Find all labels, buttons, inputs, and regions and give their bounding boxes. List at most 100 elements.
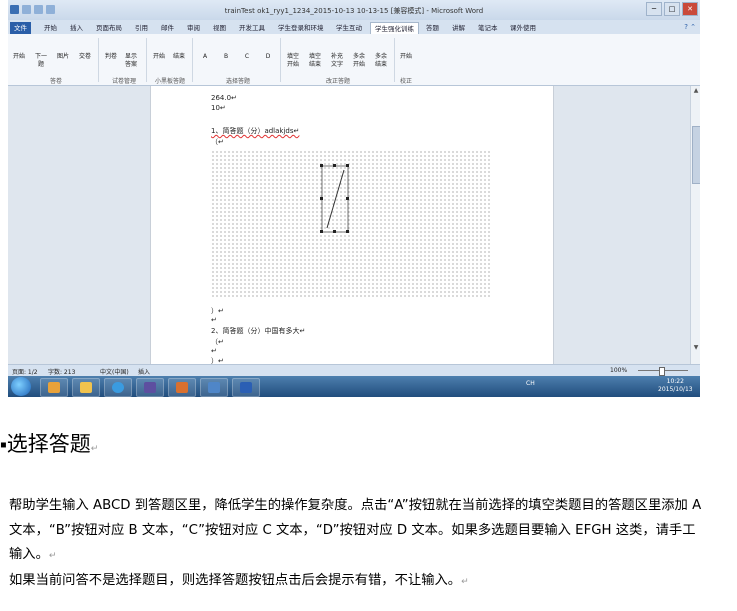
section-title-text: 选择答题 [6,432,91,456]
choice-c-button[interactable]: C [240,53,254,61]
picture-button[interactable]: 图片 [56,53,70,61]
minimize-button[interactable]: ─ [646,2,662,16]
question-2: 2、简答题（分）中国有多大↵ [211,327,306,335]
word-screenshot: trainTest ok1_ryy1_1234_2015-10-13 10-13… [8,0,700,397]
divider [192,38,193,82]
tab-layout[interactable]: 页面布局 [92,22,126,34]
zoom-level[interactable]: 100% [610,367,627,374]
clock-time: 10:22 [666,378,684,385]
paragraph-2: 如果当前问答不是选择题目，则选择答题按钮点击后会提示有错，不让输入。↵ [9,569,704,595]
tab-mailings[interactable]: 邮件 [157,22,178,34]
submit-button[interactable]: 交卷 [78,53,92,61]
group-label-correction: 改正答题 [325,78,350,85]
doc-line: 264.0↵ [211,94,237,102]
document-app-icon[interactable] [200,378,228,397]
paragraph-mark-icon: ↵ [48,551,57,561]
tab-notebook[interactable]: 笔记本 [474,22,502,34]
word-taskbar-icon[interactable] [232,378,260,397]
document-page[interactable]: 264.0↵ 10↵ 1、简答题（分）adlakjds↵ （↵ ）↵ ↵ 2、简… [150,86,554,365]
paragraph-2-text: 如果当前问答不是选择题目，则选择答题按钮点击后会提示有错，不让输入。 [9,573,462,588]
paragraph-1-text: 帮助学生输入 ABCD 到答题区里，降低学生的操作复杂度。点击“A”按钮就在当前… [9,498,702,562]
window-controls: ─ □ ✕ [646,2,698,16]
bullet-icon: ▪ [0,439,7,451]
tab-explain[interactable]: 讲解 [448,22,469,34]
blackboard-end-button[interactable]: 结束 [172,53,186,61]
scroll-up-icon[interactable]: ▲ [691,87,700,94]
correction-start-button[interactable]: 开始 [399,53,413,61]
grade-button[interactable]: 判卷 [104,53,118,61]
paragraph-1: 帮助学生输入 ABCD 到答题区里，降低学生的操作复杂度。点击“A”按钮就在当前… [9,494,704,569]
clock-date: 2015/10/13 [658,386,693,393]
media-player-icon[interactable] [40,378,68,397]
windows-start-icon[interactable] [11,377,31,396]
fill-start-button[interactable]: 填空开始 [286,53,300,69]
ribbon-tabs: 文件 开始 插入 页面布局 引用 邮件 审阅 视图 开发工具 学生登录和环境 学… [8,20,700,35]
tab-file[interactable]: 文件 [10,22,31,34]
tab-developer[interactable]: 开发工具 [235,22,269,34]
start-button[interactable]: 开始 [12,53,26,61]
document-area: 264.0↵ 10↵ 1、简答题（分）adlakjds↵ （↵ ）↵ ↵ 2、简… [8,86,690,365]
tab-view[interactable]: 视图 [209,22,230,34]
ribbon: 开始 下一题 图片 交卷 判卷 显示答案 开始 结束 A B C D 填空开始 … [8,34,700,86]
page-count[interactable]: 页面: 1/2 [12,367,38,376]
group-label-choice: 选择答题 [225,78,250,85]
status-bar: 页面: 1/2 字数: 213 中文(中国) 插入 100% [8,364,700,376]
tab-extracurricular[interactable]: 课外使用 [506,22,540,34]
maximize-button[interactable]: □ [664,2,680,16]
group-label-blackboard: 小黑板答题 [154,78,185,85]
doc-line: 10↵ [211,104,226,112]
doc-line: （↵ [211,338,224,346]
system-clock[interactable]: 10:22 2015/10/13 [658,378,693,394]
question-1: 1、简答题（分）adlakjds↵ [211,127,300,135]
tab-student-interaction[interactable]: 学生互动 [332,22,366,34]
tab-home[interactable]: 开始 [40,22,61,34]
vertical-scrollbar[interactable]: ▲ ▼ [690,86,700,364]
section-heading: ▪选择答题↵ [0,428,98,458]
close-button[interactable]: ✕ [682,2,698,16]
group-label-paper-management: 试卷管理 [111,78,136,85]
doc-line: （↵ [211,138,224,146]
title-bar: trainTest ok1_ryy1_1234_2015-10-13 10-13… [8,0,700,20]
tab-references[interactable]: 引用 [131,22,152,34]
choice-b-button[interactable]: B [219,53,233,61]
paragraph-mark-icon: ↵ [90,444,99,454]
zoom-slider-knob[interactable] [659,367,665,376]
divider [98,38,99,82]
doc-line: ）↵ [211,307,224,315]
choice-d-button[interactable]: D [261,53,275,61]
show-answer-button[interactable]: 显示答案 [124,53,138,69]
help-icon[interactable]: ? ⌃ [684,23,696,31]
add-text-button[interactable]: 补充文字 [330,53,344,69]
language[interactable]: 中文(中国) [100,367,129,376]
group-label-calibrate: 校正 [399,78,412,85]
tab-insert[interactable]: 插入 [66,22,87,34]
language-indicator[interactable]: CH [526,380,535,387]
taskbar: CH 10:22 2015/10/13 [8,376,700,397]
paragraph-mark-icon: ↵ [461,577,469,587]
doc-line: ↵ [211,347,217,355]
scroll-thumb[interactable] [692,126,700,184]
extra-end-button[interactable]: 多余结束 [374,53,388,69]
answer-grid[interactable] [211,150,491,298]
scroll-down-icon[interactable]: ▼ [691,344,700,351]
explorer-icon[interactable] [72,378,100,397]
internet-explorer-icon[interactable] [104,378,132,397]
word-count[interactable]: 字数: 213 [48,367,75,376]
divider [280,38,281,82]
insert-mode[interactable]: 插入 [138,367,150,376]
tab-answer[interactable]: 答题 [422,22,443,34]
next-question-button[interactable]: 下一题 [34,53,48,69]
presentation-icon[interactable] [168,378,196,397]
blackboard-start-button[interactable]: 开始 [152,53,166,61]
drawing-shape[interactable] [211,150,491,298]
extra-start-button[interactable]: 多余开始 [352,53,366,69]
group-label-answer-sheet: 答卷 [49,78,62,85]
doc-line: ↵ [211,316,217,324]
app-icon[interactable] [136,378,164,397]
choice-a-button[interactable]: A [198,53,212,61]
fill-end-button[interactable]: 填空结束 [308,53,322,69]
tab-student-login[interactable]: 学生登录和环境 [274,22,328,34]
divider [146,38,147,82]
tab-review[interactable]: 审阅 [183,22,204,34]
divider [394,38,395,82]
